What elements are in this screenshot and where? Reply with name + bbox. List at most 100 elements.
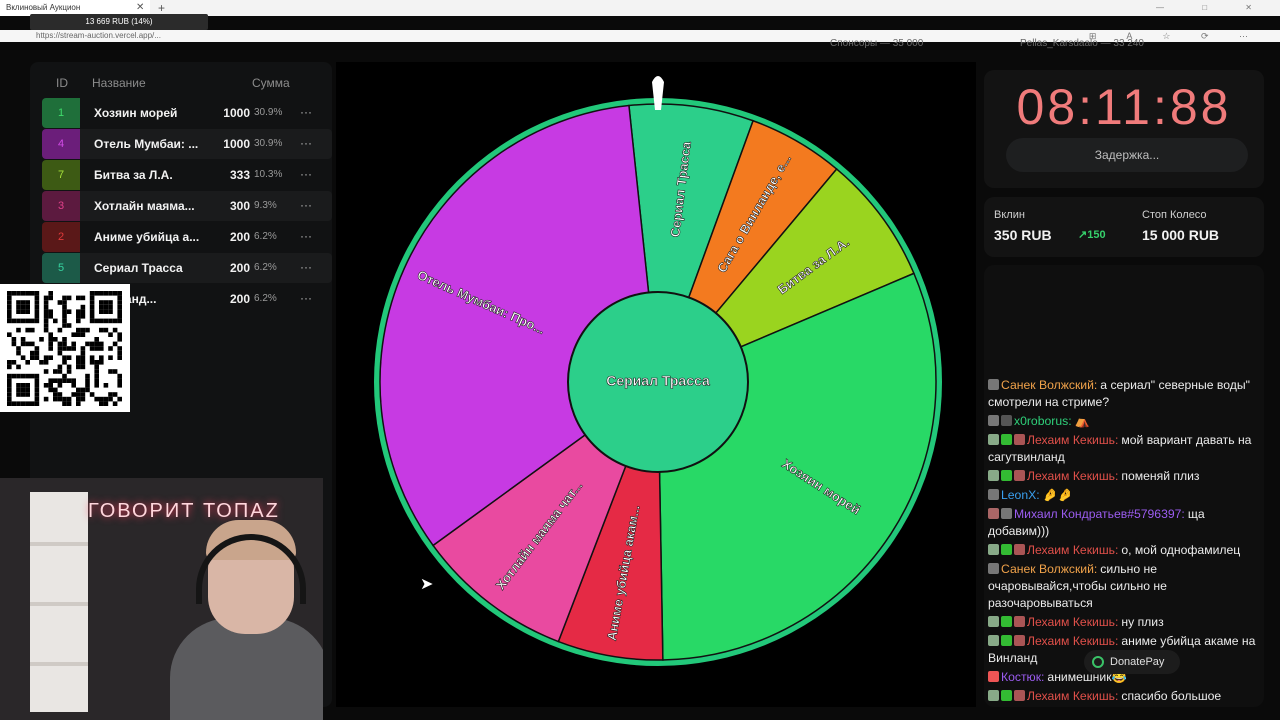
fortune-wheel[interactable]: Сериал Трасса Сага о Винланде, е...Битва … — [336, 62, 976, 707]
timer-panel: 08:11:88 Задержка... — [984, 70, 1264, 188]
qr-module — [94, 364, 99, 370]
qr-module — [48, 346, 53, 351]
lot-percent: 9.3% — [254, 200, 277, 211]
donatepay-button[interactable]: DonatePay — [1084, 650, 1180, 674]
chat-text: о, мой однофамилец — [1121, 543, 1241, 557]
chat-nick[interactable]: Лехаим Кекишь: — [1027, 433, 1118, 447]
lot-percent: 6.2% — [254, 231, 277, 242]
qr-module — [11, 373, 17, 379]
qr-module — [16, 383, 21, 388]
qr-module — [89, 346, 95, 351]
lot-menu-icon[interactable]: ··· — [300, 191, 312, 219]
qr-module — [117, 346, 122, 351]
qr-module — [103, 291, 109, 296]
qr-module — [80, 392, 86, 397]
qr-module — [103, 300, 109, 305]
qr-module — [7, 295, 12, 301]
lot-menu-icon[interactable]: ··· — [300, 284, 312, 312]
lot-menu-icon[interactable]: ··· — [300, 129, 312, 157]
qr-module — [62, 401, 67, 406]
qr-module — [48, 337, 53, 342]
qr-module — [48, 314, 53, 319]
lot-menu-icon[interactable]: ··· — [300, 253, 312, 281]
lot-menu-icon[interactable]: ··· — [300, 222, 312, 250]
qr-module — [11, 401, 17, 406]
qr-module — [7, 401, 12, 406]
qr-module — [43, 327, 49, 333]
qr-module — [20, 341, 26, 347]
qr-module — [7, 392, 12, 397]
qr-module — [20, 401, 26, 406]
qr-module — [16, 300, 21, 305]
lot-row[interactable]: 5 Сериал Трасса 200 6.2% ··· — [42, 253, 332, 283]
qr-module — [117, 300, 122, 305]
chat-badge-icon — [988, 563, 999, 574]
qr-module — [39, 337, 44, 342]
qr-module — [16, 309, 21, 314]
qr-module — [16, 364, 21, 370]
qr-module — [39, 360, 44, 365]
lot-menu-icon[interactable]: ··· — [300, 160, 312, 188]
lot-row[interactable]: 1 Хозяин морей 1000 30.9% ··· — [42, 98, 332, 128]
stop-wheel-label: Стоп Колесо — [1142, 209, 1207, 221]
chat-nick[interactable]: Санек Волжский: — [1001, 378, 1097, 392]
qr-module — [85, 341, 90, 347]
qr-module — [108, 332, 113, 337]
qr-module — [76, 387, 81, 393]
qr-module — [76, 332, 81, 337]
lot-menu-icon[interactable]: ··· — [300, 98, 312, 126]
chat-badge-icon — [1001, 690, 1012, 701]
chat-text: спасибо большое — [1121, 689, 1222, 703]
lot-sum: 1000 — [223, 137, 250, 151]
qr-module — [85, 327, 90, 333]
chat-badge-icon — [1014, 635, 1025, 646]
qr-module — [57, 396, 63, 402]
qr-module — [89, 318, 95, 324]
chat-badge-icon — [1001, 635, 1012, 646]
qr-module — [43, 323, 49, 328]
qr-module — [117, 332, 122, 337]
qr-module — [62, 300, 67, 305]
lot-sum: 1000 — [223, 106, 250, 120]
qr-module — [80, 387, 86, 393]
lot-percent: 6.2% — [254, 262, 277, 273]
lot-id: 4 — [42, 129, 80, 159]
url-text[interactable]: https://stream-auction.vercel.app/... — [36, 30, 161, 42]
qr-module — [99, 401, 104, 406]
chat-nick[interactable]: LeonX: — [1001, 488, 1040, 502]
qr-module — [25, 387, 30, 393]
qr-module — [76, 355, 81, 360]
lot-row[interactable]: 7 Битва за Л.А. 333 10.3% ··· — [42, 160, 332, 190]
qr-module — [66, 355, 72, 360]
window-controls[interactable]: — □ ✕ — [1156, 0, 1270, 16]
qr-module — [7, 300, 12, 305]
qr-module — [80, 396, 86, 402]
qr-module — [112, 318, 118, 324]
qr-module — [76, 360, 81, 365]
chat-nick[interactable]: Лехаим Кекишь: — [1027, 615, 1118, 629]
shelf-board — [30, 662, 88, 666]
lot-sum: 200 — [229, 292, 250, 306]
chat-nick[interactable]: Лехаим Кекишь: — [1027, 634, 1118, 648]
qr-module — [34, 401, 40, 406]
qr-module — [62, 396, 67, 402]
qr-module — [94, 341, 99, 347]
chat-nick[interactable]: Санек Волжский: — [1001, 562, 1097, 576]
qr-module — [7, 383, 12, 388]
chat-nick[interactable]: Лехаим Кекишь: — [1027, 543, 1118, 557]
qr-module — [85, 383, 90, 388]
lot-row[interactable]: 2 Аниме убийца а... 200 6.2% ··· — [42, 222, 332, 252]
chat-nick[interactable]: Лехаим Кекишь: — [1027, 469, 1118, 483]
qr-module — [20, 337, 26, 342]
delay-button[interactable]: Задержка... — [1006, 138, 1248, 172]
qr-module — [7, 304, 12, 310]
lot-row[interactable]: 4 Отель Мумбаи: ... 1000 30.9% ··· — [42, 129, 332, 159]
qr-module — [66, 396, 72, 402]
chat-nick[interactable]: Михаил Кондратьев#5796397: — [1014, 507, 1185, 521]
qr-module — [76, 401, 81, 406]
chat-nick[interactable]: x0roborus: — [1014, 414, 1072, 428]
lot-row[interactable]: 3 Хотлайн маяма... 300 9.3% ··· — [42, 191, 332, 221]
chat-nick[interactable]: Лехаим Кекишь: — [1027, 689, 1118, 703]
chat-message: Лехаим Кекишь: мой вариант давать на сагу… — [988, 432, 1264, 466]
chat-nick[interactable]: Костюк: — [1001, 670, 1044, 684]
